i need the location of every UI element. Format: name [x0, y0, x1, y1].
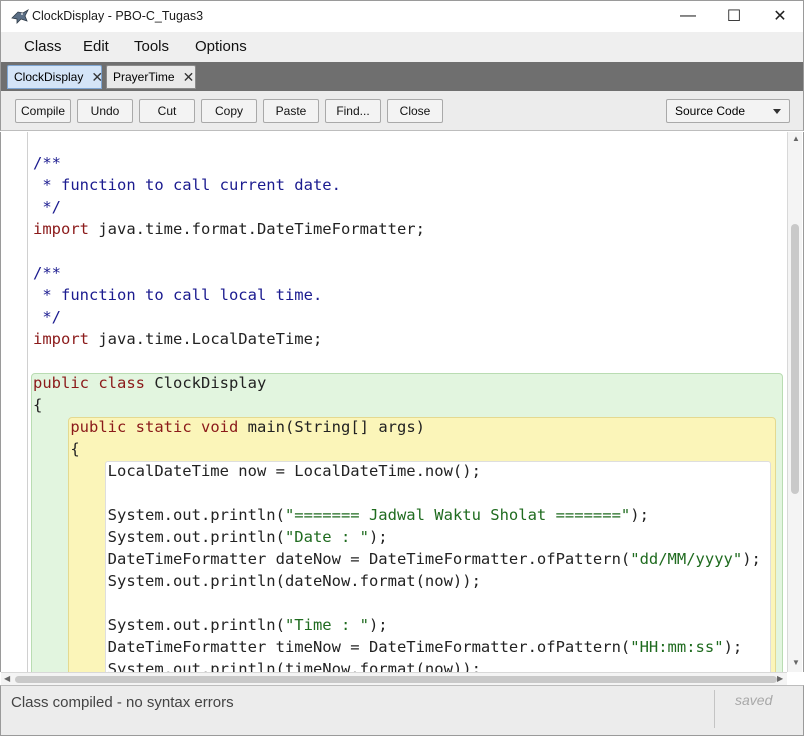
window-title: ClockDisplay - PBO-C_Tugas3: [32, 9, 204, 23]
tab-prayertime[interactable]: PrayerTime ✕: [106, 65, 196, 89]
keyword-import: import: [33, 330, 89, 348]
tab-label: ClockDisplay: [14, 70, 84, 84]
paste-button[interactable]: Paste: [263, 99, 319, 123]
vertical-scrollbar[interactable]: ▲ ▼: [787, 132, 802, 672]
code-line: System.out.println("Date : ");: [33, 528, 388, 546]
maximize-icon: ☐: [726, 8, 742, 25]
editor-toolbar: Compile Undo Cut Copy Paste Find... Clos…: [0, 91, 804, 131]
tab-bar: ClockDisplay ✕ PrayerTime ✕: [0, 62, 804, 91]
scroll-down-icon[interactable]: ▼: [792, 658, 800, 667]
code-line: DateTimeFormatter timeNow = DateTimeForm…: [33, 638, 743, 656]
horizontal-scroll-thumb[interactable]: [15, 676, 777, 683]
keyword-import: import: [33, 220, 89, 238]
code-line: /**: [33, 154, 61, 172]
chevron-down-icon: [773, 109, 781, 114]
cut-button[interactable]: Cut: [139, 99, 195, 123]
scroll-right-icon[interactable]: ▶: [777, 674, 783, 683]
code-line: public class ClockDisplay: [33, 374, 267, 392]
gutter-divider: [27, 132, 28, 672]
scroll-left-icon[interactable]: ◀: [4, 674, 10, 683]
code-line: DateTimeFormatter dateNow = DateTimeForm…: [33, 550, 761, 568]
close-button[interactable]: Close: [387, 99, 443, 123]
minimize-button[interactable]: —: [665, 1, 711, 31]
menu-bar: Class Edit Tools Options: [0, 32, 804, 62]
code-line: {: [33, 396, 43, 414]
close-icon: ✕: [773, 8, 787, 25]
code-line: LocalDateTime now = LocalDateTime.now();: [33, 462, 481, 480]
horizontal-scrollbar[interactable]: ◀ ▶: [1, 672, 787, 685]
code-line: {: [33, 440, 80, 458]
code-line: * function to call local time.: [33, 286, 323, 304]
scroll-up-icon[interactable]: ▲: [792, 134, 800, 143]
minimize-icon: —: [680, 7, 696, 24]
title-bar: ClockDisplay - PBO-C_Tugas3 — ☐ ✕: [0, 0, 804, 32]
code-line: System.out.println(timeNow.format(now));: [33, 660, 481, 672]
code-line: public static void main(String[] args): [70, 418, 425, 436]
status-message: Class compiled - no syntax errors: [11, 694, 234, 711]
code-line: * function to call current date.: [33, 176, 341, 194]
tab-clockdisplay[interactable]: ClockDisplay ✕: [7, 65, 103, 89]
status-divider: [714, 690, 715, 728]
saved-indicator: saved: [735, 692, 773, 708]
code-line: /**: [33, 264, 61, 282]
undo-button[interactable]: Undo: [77, 99, 133, 123]
compile-button[interactable]: Compile: [15, 99, 71, 123]
code-line: import java.time.format.DateTimeFormatte…: [33, 220, 425, 238]
menu-options[interactable]: Options: [195, 38, 247, 55]
find-button[interactable]: Find...: [325, 99, 381, 123]
code-editor[interactable]: /** * function to call current date. */ …: [0, 132, 804, 672]
bluej-bird-icon: [11, 9, 29, 24]
view-select[interactable]: Source Code: [666, 99, 790, 123]
code-line: System.out.println("Time : ");: [33, 616, 388, 634]
code-line: System.out.println("======= Jadwal Waktu…: [33, 506, 649, 524]
tab-label: PrayerTime: [113, 70, 175, 84]
menu-class[interactable]: Class: [24, 38, 62, 55]
vertical-scroll-thumb[interactable]: [791, 224, 799, 494]
menu-tools[interactable]: Tools: [134, 38, 169, 55]
code-line: */: [33, 308, 61, 326]
copy-button[interactable]: Copy: [201, 99, 257, 123]
menu-edit[interactable]: Edit: [83, 38, 109, 55]
close-tab-icon[interactable]: ✕: [91, 69, 103, 86]
code-line: import java.time.LocalDateTime;: [33, 330, 323, 348]
code-line: System.out.println(dateNow.format(now));: [33, 572, 481, 590]
maximize-button[interactable]: ☐: [711, 1, 757, 31]
code-line: */: [33, 198, 61, 216]
close-tab-icon[interactable]: ✕: [183, 69, 195, 86]
close-window-button[interactable]: ✕: [757, 1, 803, 31]
status-bar: Class compiled - no syntax errors saved: [0, 685, 804, 736]
view-select-value: Source Code: [675, 104, 746, 118]
